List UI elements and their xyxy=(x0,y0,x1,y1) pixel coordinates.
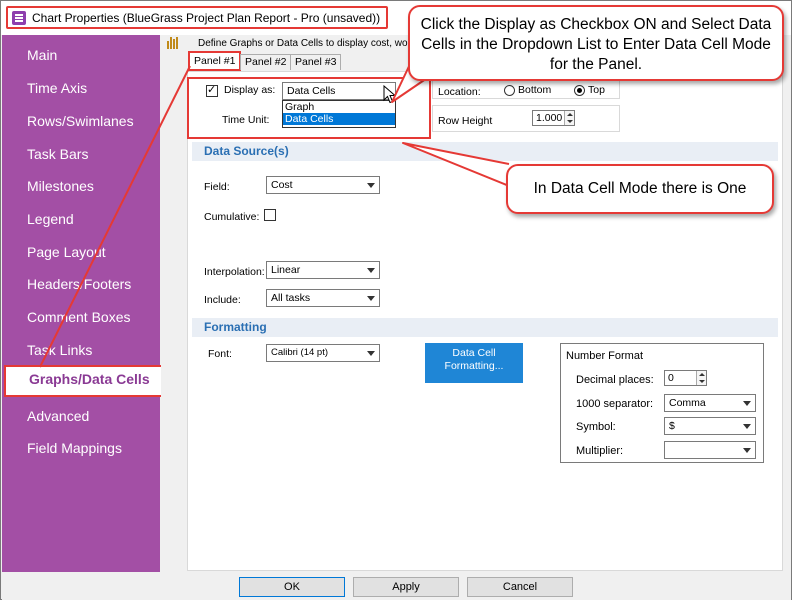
sidebar-item-task-links[interactable]: Task Links xyxy=(2,336,160,364)
display-as-label: Display as: xyxy=(224,84,276,96)
include-label: Include: xyxy=(204,294,241,306)
decimal-places-value: 0 xyxy=(668,372,674,384)
sidebar-item-advanced[interactable]: Advanced xyxy=(2,402,160,430)
dialog-button-bar: OK Apply Cancel xyxy=(2,572,791,600)
location-top-radio[interactable] xyxy=(574,85,585,96)
symbol-select[interactable]: $ xyxy=(664,417,756,435)
ok-button[interactable]: OK xyxy=(239,577,345,597)
window-title-highlight: Chart Properties (BlueGrass Project Plan… xyxy=(6,6,389,29)
decimal-places-label: Decimal places: xyxy=(576,374,654,386)
chevron-down-icon xyxy=(743,424,751,429)
cancel-button[interactable]: Cancel xyxy=(467,577,573,597)
display-as-select[interactable]: Data Cells xyxy=(282,82,396,100)
sidebar-item-legend[interactable]: Legend xyxy=(2,205,160,233)
apply-button[interactable]: Apply xyxy=(353,577,459,597)
chevron-down-icon xyxy=(367,183,375,188)
interpolation-value: Linear xyxy=(271,264,301,276)
callout-top: Click the Display as Checkbox ON and Sel… xyxy=(408,5,784,81)
font-label: Font: xyxy=(208,348,232,360)
data-source-header: Data Source(s) xyxy=(192,142,778,161)
display-as-checkbox[interactable] xyxy=(206,83,218,97)
location-bottom-label: Bottom xyxy=(518,84,552,96)
sidebar-item-main[interactable]: Main xyxy=(2,41,160,69)
multiplier-select[interactable] xyxy=(664,441,756,459)
sidebar-item-time-axis[interactable]: Time Axis xyxy=(2,74,160,102)
sidebar-item-task-bars[interactable]: Task Bars xyxy=(2,140,160,168)
row-height-spinner[interactable]: 1.000 xyxy=(532,110,575,126)
display-as-value: Data Cells xyxy=(287,85,336,97)
row-height-label: Row Height xyxy=(438,115,493,127)
field-select[interactable]: Cost xyxy=(266,176,380,194)
time-unit-label: Time Unit: xyxy=(222,114,270,126)
location-top-label: Top xyxy=(588,84,605,96)
include-value: All tasks xyxy=(271,292,311,304)
field-value: Cost xyxy=(271,179,293,191)
sidebar-item-rows-swimlanes[interactable]: Rows/Swimlanes xyxy=(2,107,160,135)
sidebar-item-headers-footers[interactable]: Headers/Footers xyxy=(2,270,160,298)
location-label: Location: xyxy=(438,86,481,98)
chevron-down-icon xyxy=(743,401,751,406)
data-cell-formatting-button[interactable]: Data Cell Formatting... xyxy=(425,343,523,383)
separator-select[interactable]: Comma xyxy=(664,394,756,412)
interpolation-label: Interpolation: xyxy=(204,266,265,278)
chevron-down-icon xyxy=(367,296,375,301)
multiplier-label: Multiplier: xyxy=(576,445,624,457)
cumulative-checkbox[interactable] xyxy=(264,209,276,221)
field-label: Field: xyxy=(204,181,230,193)
graph-icon xyxy=(167,37,181,49)
font-select[interactable]: Calibri (14 pt) xyxy=(266,344,380,362)
dropdown-option-data-cells[interactable]: Data Cells xyxy=(283,113,395,125)
app-icon xyxy=(12,10,26,25)
chevron-down-icon xyxy=(367,351,375,356)
dropdown-option-graph[interactable]: Graph xyxy=(283,101,395,113)
row-height-value: 1.000 xyxy=(536,112,563,124)
number-format-title: Number Format xyxy=(566,350,644,362)
sidebar-item-graphs-data-cells[interactable]: Graphs/Data Cells xyxy=(4,365,164,397)
include-select[interactable]: All tasks xyxy=(266,289,380,307)
chevron-down-icon xyxy=(743,448,751,453)
location-bottom-radio[interactable] xyxy=(504,85,515,96)
sidebar-item-comment-boxes[interactable]: Comment Boxes xyxy=(2,303,160,331)
main-panel: Define Graphs or Data Cells to display c… xyxy=(161,35,791,572)
decimal-places-spinner[interactable]: 0 xyxy=(664,370,707,386)
symbol-value: $ xyxy=(669,420,675,432)
sidebar-item-page-layout[interactable]: Page Layout xyxy=(2,238,160,266)
tab-panel-3[interactable]: Panel #3 xyxy=(290,54,342,70)
font-value: Calibri (14 pt) xyxy=(271,347,329,358)
tab-panel-2[interactable]: Panel #2 xyxy=(240,54,292,70)
tab-panel-1[interactable]: Panel #1 xyxy=(188,51,242,71)
mouse-cursor-icon xyxy=(383,85,397,104)
window-title: Chart Properties (BlueGrass Project Plan… xyxy=(32,10,381,25)
symbol-label: Symbol: xyxy=(576,421,616,433)
callout-middle: In Data Cell Mode there is One xyxy=(506,164,774,214)
sidebar-item-field-mappings[interactable]: Field Mappings xyxy=(2,434,160,462)
sidebar-item-milestones[interactable]: Milestones xyxy=(2,172,160,200)
display-as-dropdown-list: Graph Data Cells xyxy=(282,100,396,128)
chevron-down-icon xyxy=(367,268,375,273)
chart-properties-window: Chart Properties (BlueGrass Project Plan… xyxy=(0,0,792,600)
decimal-stepper-icon[interactable] xyxy=(696,371,706,385)
interpolation-select[interactable]: Linear xyxy=(266,261,380,279)
sidebar: Main Time Axis Rows/Swimlanes Task Bars … xyxy=(2,35,164,572)
formatting-header: Formatting xyxy=(192,318,778,337)
panel-description: Define Graphs or Data Cells to display c… xyxy=(198,38,408,49)
row-height-stepper-icon[interactable] xyxy=(564,111,574,125)
separator-value: Comma xyxy=(669,397,706,409)
cumulative-label: Cumulative: xyxy=(204,211,260,223)
separator-label: 1000 separator: xyxy=(576,398,654,410)
panel-content: Display as: Data Cells Graph Data Cells … xyxy=(187,71,783,571)
